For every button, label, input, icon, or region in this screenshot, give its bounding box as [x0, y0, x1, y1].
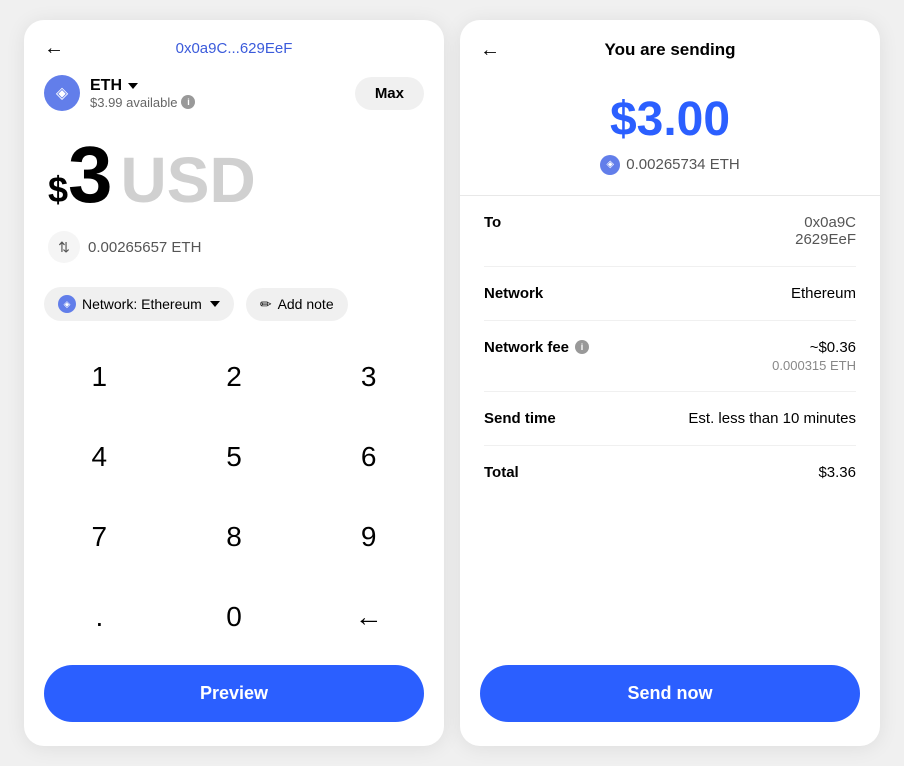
numpad-dot[interactable]: . — [32, 577, 167, 657]
token-row: ◈ ETH $3.99 available i Max — [24, 67, 444, 119]
wallet-address[interactable]: 0x0a9C...629EeF — [176, 40, 293, 57]
send-screen: ← 0x0a9C...629EeF ◈ ETH $3.99 available … — [24, 20, 444, 746]
numpad-6[interactable]: 6 — [301, 417, 436, 497]
total-label: Total — [484, 464, 519, 481]
send-time-value: Est. less than 10 minutes — [688, 410, 856, 427]
numpad-1[interactable]: 1 — [32, 337, 167, 417]
amount-number: 3 — [68, 135, 113, 215]
right-header: ← You are sending — [460, 20, 880, 70]
numpad-8[interactable]: 8 — [167, 497, 302, 577]
right-back-button[interactable]: ← — [480, 39, 500, 62]
network-row: Network Ethereum — [484, 267, 856, 321]
page-title: You are sending — [605, 40, 736, 60]
options-row: ◈ Network: Ethereum ✏ Add note — [24, 279, 444, 337]
sending-eth-amount: ◈ 0.00265734 ETH — [600, 155, 739, 175]
network-fee-value-group: ~$0.36 0.000315 ETH — [772, 339, 856, 373]
total-row: Total $3.36 — [484, 446, 856, 499]
send-time-label: Send time — [484, 410, 556, 427]
numpad-5[interactable]: 5 — [167, 417, 302, 497]
numpad-4[interactable]: 4 — [32, 417, 167, 497]
numpad-0[interactable]: 0 — [167, 577, 302, 657]
preview-button[interactable]: Preview — [44, 665, 424, 722]
amount-currency: USD — [121, 148, 256, 212]
numpad-7[interactable]: 7 — [32, 497, 167, 577]
eth-logo-icon: ◈ — [44, 75, 80, 111]
swap-icon[interactable]: ⇅ — [48, 231, 80, 263]
network-eth-icon: ◈ — [58, 295, 76, 313]
numpad-backspace[interactable]: ← — [301, 577, 436, 657]
network-fee-row: Network fee i ~$0.36 0.000315 ETH — [484, 321, 856, 392]
amount-display: $ 3 USD — [24, 119, 444, 223]
eth-amount-text: 0.00265657 ETH — [88, 239, 201, 256]
network-fee-eth: 0.000315 ETH — [772, 358, 856, 373]
fee-info-icon[interactable]: i — [575, 340, 589, 354]
token-dropdown-icon — [128, 83, 138, 89]
sending-amount-section: $3.00 ◈ 0.00265734 ETH — [460, 70, 880, 196]
sending-eth-icon: ◈ — [600, 155, 620, 175]
network-fee-label: Network fee i — [484, 339, 589, 356]
dollar-sign: $ — [48, 169, 68, 211]
network-detail-value: Ethereum — [791, 285, 856, 302]
sending-usd-amount: $3.00 — [610, 94, 730, 147]
numpad-9[interactable]: 9 — [301, 497, 436, 577]
network-detail-label: Network — [484, 285, 543, 302]
max-button[interactable]: Max — [355, 77, 424, 110]
numpad-2[interactable]: 2 — [167, 337, 302, 417]
pencil-icon: ✏ — [260, 296, 272, 313]
left-back-button[interactable]: ← — [44, 37, 64, 60]
numpad: 1 2 3 4 5 6 7 8 9 . 0 ← — [24, 337, 444, 657]
add-note-label: Add note — [278, 296, 334, 312]
network-fee-value: ~$0.36 — [772, 339, 856, 356]
info-icon[interactable]: i — [181, 95, 195, 109]
to-address: 0x0a9C 2629EeF — [795, 214, 856, 248]
token-text: ETH $3.99 available i — [90, 77, 195, 110]
token-info: ◈ ETH $3.99 available i — [44, 75, 195, 111]
token-name[interactable]: ETH — [90, 77, 195, 95]
transaction-details: To 0x0a9C 2629EeF Network Ethereum Netwo… — [460, 196, 880, 657]
send-time-row: Send time Est. less than 10 minutes — [484, 392, 856, 446]
token-available: $3.99 available i — [90, 95, 195, 110]
left-header: ← 0x0a9C...629EeF — [24, 20, 444, 67]
network-label: Network: Ethereum — [82, 296, 202, 312]
add-note-button[interactable]: ✏ Add note — [246, 288, 348, 321]
to-row: To 0x0a9C 2629EeF — [484, 196, 856, 267]
network-dropdown-icon — [210, 301, 220, 307]
numpad-3[interactable]: 3 — [301, 337, 436, 417]
eth-equivalent-row: ⇅ 0.00265657 ETH — [24, 223, 444, 279]
confirm-screen: ← You are sending $3.00 ◈ 0.00265734 ETH… — [460, 20, 880, 746]
send-now-button[interactable]: Send now — [480, 665, 860, 722]
total-value: $3.36 — [818, 464, 856, 481]
to-label: To — [484, 214, 501, 231]
network-button[interactable]: ◈ Network: Ethereum — [44, 287, 234, 321]
